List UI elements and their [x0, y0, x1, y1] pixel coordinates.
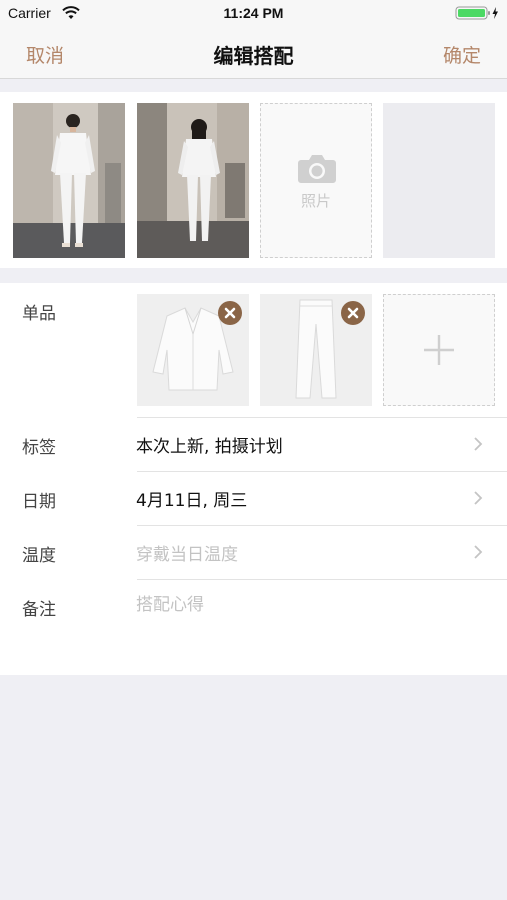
tags-label: 标签	[22, 438, 56, 458]
outfit-photo-front-image	[13, 103, 125, 258]
add-item-button[interactable]	[383, 294, 495, 406]
status-bar: Carrier 11:24 PM	[0, 0, 507, 30]
chevron-right-icon	[474, 545, 483, 559]
battery-icon	[455, 6, 498, 20]
outfit-photo-back-image	[137, 103, 249, 258]
nav-bar: 取消 编辑搭配 确定	[0, 30, 507, 79]
plus-icon	[424, 335, 454, 365]
date-label: 日期	[22, 492, 56, 512]
item-thumb-pants[interactable]	[260, 294, 372, 406]
status-time: 11:24 PM	[223, 5, 284, 21]
remove-pants-icon[interactable]	[341, 301, 365, 325]
empty-photo-slot	[383, 103, 495, 258]
notes-input[interactable]: 搭配心得	[136, 590, 204, 615]
add-photo-button[interactable]: 照片	[260, 103, 372, 258]
temperature-label: 温度	[22, 546, 56, 566]
notes-label: 备注	[22, 600, 56, 620]
temperature-row[interactable]: 温度 穿戴当日温度	[0, 526, 507, 579]
camera-icon	[298, 155, 336, 183]
chevron-right-icon	[474, 437, 483, 451]
charging-bolt-icon	[492, 7, 498, 19]
notes-row[interactable]: 备注 搭配心得	[0, 580, 507, 675]
items-label: 单品	[22, 304, 56, 324]
chevron-right-icon	[474, 491, 483, 505]
tags-row[interactable]: 标签 本次上新, 拍摄计划	[0, 418, 507, 471]
remove-jacket-icon[interactable]	[218, 301, 242, 325]
item-thumb-jacket[interactable]	[137, 294, 249, 406]
outfit-photo-front[interactable]	[13, 103, 125, 258]
photos-section: 照片	[0, 92, 507, 268]
page-title: 编辑搭配	[213, 44, 294, 68]
add-photo-label: 照片	[300, 192, 331, 210]
outfit-form: 单品 标签 本次上新, 拍摄计划 日期 4月11日, 周三 温度 穿戴当日温度 …	[0, 283, 507, 675]
date-value: 4月11日, 周三	[136, 491, 248, 511]
temperature-placeholder: 穿戴当日温度	[136, 545, 238, 565]
outfit-photo-back[interactable]	[137, 103, 249, 258]
tags-value: 本次上新, 拍摄计划	[136, 437, 283, 457]
confirm-button[interactable]: 确定	[443, 41, 481, 68]
date-row[interactable]: 日期 4月11日, 周三	[0, 472, 507, 525]
